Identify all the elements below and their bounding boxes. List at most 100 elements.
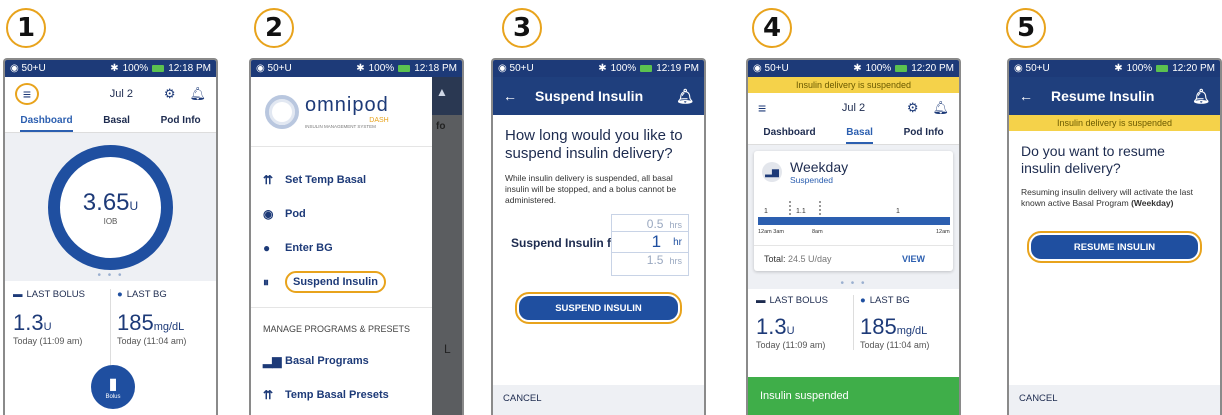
total-daily-basal: 24.5 U/day bbox=[788, 253, 832, 264]
menu-item-basal-programs[interactable]: ▂▆ Basal Programs bbox=[251, 344, 432, 378]
tab-pod-info[interactable]: Pod Info bbox=[161, 111, 201, 132]
axis-tick-label: 8am bbox=[812, 229, 823, 235]
battery-icon bbox=[640, 65, 653, 72]
resume-insulin-button[interactable]: RESUME INSULIN bbox=[1031, 235, 1198, 259]
blood-drop-icon: ● bbox=[860, 295, 866, 306]
snackbar-toast: Insulin suspended bbox=[748, 377, 959, 415]
omnipod-logo: omnipod DASH INSULIN MANAGEMENT SYSTEM bbox=[251, 77, 432, 147]
status-bar: ◉ 50+U ✱ 100% 12:20 PM bbox=[1009, 60, 1220, 77]
hamburger-icon[interactable]: ≡ bbox=[758, 100, 766, 116]
dimmed-background: ▲ fo L bbox=[430, 77, 462, 415]
menu-item-set-temp-basal[interactable]: ⇈ Set Temp Basal bbox=[251, 163, 432, 197]
tab-pod-info[interactable]: Pod Info bbox=[904, 123, 944, 144]
basal-bar bbox=[758, 217, 950, 225]
bolus-icon: ▬ bbox=[756, 295, 766, 306]
segment-value: 1 bbox=[896, 208, 900, 215]
menu-item-pod[interactable]: ◉ Pod bbox=[251, 197, 432, 231]
suspend-explanation: While insulin delivery is suspended, all… bbox=[505, 173, 677, 205]
menu-item-suspend-insulin[interactable]: ⏸ Suspend Insulin bbox=[251, 265, 432, 299]
bell-icon[interactable]: 🔔︎ bbox=[676, 88, 694, 105]
bluetooth-icon: ✱ bbox=[853, 63, 862, 74]
bell-icon[interactable]: 🔔︎ bbox=[932, 100, 949, 116]
picker-option[interactable]: 0.5 hrs bbox=[612, 215, 688, 231]
back-arrow-icon[interactable]: ← bbox=[1019, 88, 1033, 104]
bolus-bottle-icon: ▮ bbox=[108, 376, 118, 393]
temp-basal-icon: ⇈ bbox=[263, 173, 274, 187]
navigation-drawer: omnipod DASH INSULIN MANAGEMENT SYSTEM ⇈… bbox=[251, 77, 432, 415]
page-dots: • • • bbox=[97, 270, 124, 281]
tab-dashboard[interactable]: Dashboard bbox=[20, 111, 73, 132]
menu-item-enter-bg[interactable]: ● Enter BG bbox=[251, 231, 432, 265]
status-bar: ◉ 50+U ✱ 100% 12:18 PM bbox=[251, 60, 462, 77]
bell-icon[interactable]: 🔔︎ bbox=[1192, 88, 1210, 105]
duration-picker[interactable]: 0.5 hrs 1 hr 1.5 hrs bbox=[611, 214, 689, 276]
basal-program-card[interactable]: ▂▆ Weekday Suspended 1 1.1 1 12am 3am 8a… bbox=[754, 151, 953, 271]
screen-basal-suspended: ◉ 50+U ✱ 100% 12:20 PM Insulin delivery is… bbox=[746, 58, 961, 415]
battery-icon bbox=[1156, 65, 1169, 72]
last-bolus-value: 1.3 bbox=[13, 310, 44, 335]
cancel-button[interactable]: CANCEL bbox=[1009, 385, 1220, 415]
status-bar: ◉ 50+U ✱ 100% 12:19 PM bbox=[493, 60, 704, 77]
program-name: Weekday bbox=[790, 159, 849, 175]
pause-icon: ⏸ bbox=[263, 274, 270, 289]
gear-icon[interactable]: ⚙ bbox=[164, 86, 176, 102]
menu-button[interactable]: ≡ bbox=[15, 83, 39, 105]
battery-icon bbox=[398, 65, 411, 72]
page-title: Suspend Insulin bbox=[535, 88, 644, 104]
blood-drop-icon: ● bbox=[263, 241, 271, 255]
resume-button-highlight: RESUME INSULIN bbox=[1027, 231, 1202, 263]
axis-tick-label: 12am 3am bbox=[758, 229, 784, 235]
picker-option[interactable]: 1.5 hrs bbox=[612, 253, 688, 267]
last-bg-value: 185 bbox=[117, 310, 154, 335]
cancel-button[interactable]: CANCEL bbox=[493, 385, 704, 415]
bell-icon[interactable]: 🔔︎ bbox=[189, 86, 206, 102]
status-bar: ◉ 50+U ✱ 100% 12:18 PM bbox=[5, 60, 216, 77]
suspended-banner: Insulin delivery is suspended bbox=[748, 77, 959, 93]
screen-resume-insulin: ◉ 50+U ✱ 100% 12:20 PM ← Resume Insulin 🔔︎… bbox=[1007, 58, 1222, 415]
blood-drop-icon: ● bbox=[117, 289, 123, 300]
basal-graph: 1 1.1 1 12am 3am 8am 12am bbox=[758, 201, 950, 235]
view-link[interactable]: VIEW bbox=[902, 254, 925, 264]
last-bolus-value: 1.3 bbox=[756, 314, 787, 339]
suspend-duration-label: Suspend Insulin f bbox=[511, 236, 611, 250]
reservoir-indicator: ◉ 50+U bbox=[10, 63, 46, 74]
tab-basal[interactable]: Basal bbox=[103, 111, 130, 132]
gear-icon[interactable]: ⚙ bbox=[907, 100, 919, 116]
bluetooth-icon: ✱ bbox=[110, 63, 119, 74]
hamburger-icon: ≡ bbox=[22, 86, 32, 102]
tab-dashboard[interactable]: Dashboard bbox=[763, 123, 815, 144]
bolus-button[interactable]: ▮ Bolus bbox=[91, 365, 135, 409]
bluetooth-icon: ✱ bbox=[1114, 63, 1123, 74]
basal-program-icon: ▂▆ bbox=[263, 354, 282, 368]
bolus-icon: ▬ bbox=[13, 289, 23, 300]
suspended-banner: Insulin delivery is suspended bbox=[1009, 115, 1220, 131]
date-label: Jul 2 bbox=[109, 88, 134, 100]
bluetooth-icon: ✱ bbox=[598, 63, 607, 74]
page-dots: • • • bbox=[840, 278, 867, 289]
resume-explanation: Resuming insulin delivery will activate … bbox=[1021, 187, 1193, 208]
picker-option-selected[interactable]: 1 hr bbox=[612, 231, 688, 253]
iob-label: IOB bbox=[103, 217, 118, 226]
status-bar: ◉ 50+U ✱ 100% 12:20 PM bbox=[748, 60, 959, 77]
suspend-insulin-button[interactable]: SUSPEND INSULIN bbox=[519, 296, 678, 320]
resume-question: Do you want to resume insulin delivery? bbox=[1021, 143, 1165, 176]
step-4-badge: 4 bbox=[752, 8, 792, 48]
tab-basal[interactable]: Basal bbox=[846, 123, 873, 144]
segment-value: 1 bbox=[764, 208, 768, 215]
section-header: MANAGE PROGRAMS & PRESETS bbox=[263, 324, 411, 334]
last-bg-value: 185 bbox=[860, 314, 897, 339]
bluetooth-icon: ✱ bbox=[356, 63, 365, 74]
date-label: Jul 2 bbox=[841, 102, 866, 114]
step-5-badge: 5 bbox=[1006, 8, 1046, 48]
menu-item-temp-basal-presets[interactable]: ⇈ Temp Basal Presets bbox=[251, 378, 432, 412]
screen-suspend-insulin: ◉ 50+U ✱ 100% 12:19 PM ← Suspend Insulin 🔔… bbox=[491, 58, 706, 415]
step-2-badge: 2 bbox=[254, 8, 294, 48]
battery-icon bbox=[152, 65, 165, 72]
program-status: Suspended bbox=[790, 175, 834, 185]
step-1-badge: 1 bbox=[6, 8, 46, 48]
step-3-badge: 3 bbox=[502, 8, 542, 48]
back-arrow-icon[interactable]: ← bbox=[503, 88, 517, 104]
screen-menu: ◉ 50+U ✱ 100% 12:18 PM ▲ fo L omnipod DASH… bbox=[249, 58, 464, 415]
screen-dashboard: ◉ 50+U ✱ 100% 12:18 PM ≡ Jul 2 ⚙ 🔔︎ Dashbo… bbox=[3, 58, 218, 415]
temp-preset-icon: ⇈ bbox=[263, 388, 274, 402]
